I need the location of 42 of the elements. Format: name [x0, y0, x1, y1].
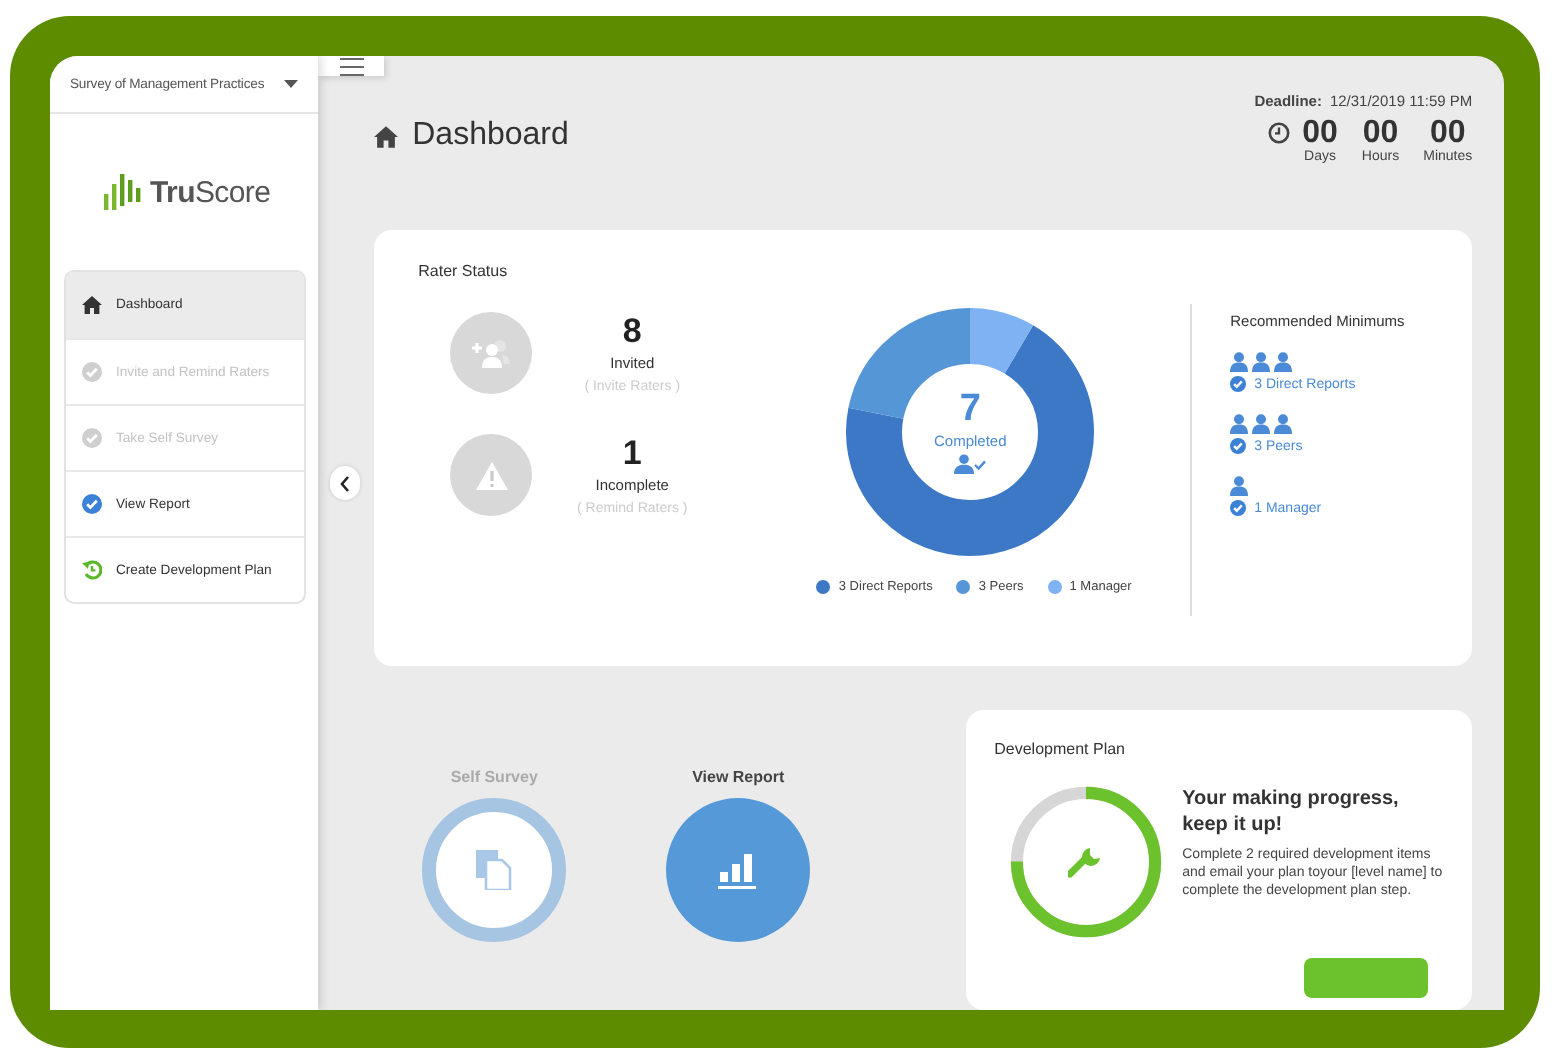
add-people-icon	[450, 312, 533, 394]
page-title: Dashboard	[412, 118, 569, 154]
person-check-icon	[954, 454, 987, 474]
home-icon	[82, 296, 102, 314]
check-circle-icon	[1230, 438, 1247, 454]
chevron-left-icon	[340, 475, 350, 491]
completed-count: 7	[959, 390, 981, 430]
home-icon	[374, 125, 399, 147]
countdown-value: 00	[1362, 116, 1399, 150]
check-circle-icon	[1230, 500, 1247, 516]
stat-count: 1	[622, 434, 642, 472]
collapse-button[interactable]	[330, 466, 360, 500]
person-icon	[1230, 352, 1249, 372]
check-circle-icon	[82, 494, 102, 514]
caret-icon	[284, 80, 299, 88]
countdown-value: 00	[1302, 116, 1338, 150]
card-title: Development Plan	[994, 740, 1127, 758]
countdown-value: 00	[1429, 116, 1466, 150]
stat-count: 8	[622, 312, 642, 350]
clock-icon	[1268, 122, 1291, 144]
person-icon	[1252, 414, 1271, 434]
person-icon	[1274, 352, 1293, 372]
warning-icon	[450, 434, 533, 516]
check-circle-icon	[82, 428, 102, 448]
step-title: Self Survey	[450, 768, 538, 786]
menu-button[interactable]	[318, 56, 385, 76]
person-icon	[1230, 414, 1249, 434]
person-icon	[1274, 414, 1293, 434]
step-title: View Report	[692, 768, 785, 786]
documents-icon	[476, 850, 513, 890]
person-icon	[1230, 476, 1249, 496]
card-title: Rater Status	[418, 262, 510, 280]
circular-arrow-icon	[82, 560, 102, 580]
bar-chart-icon	[718, 850, 759, 890]
logo-text: TruScore	[150, 176, 271, 210]
person-icon	[1252, 352, 1271, 372]
wrench-icon	[1068, 844, 1105, 880]
check-circle-icon	[1230, 376, 1247, 392]
menu-icon	[339, 57, 364, 75]
plan-heading: Your making progress, keep it up!	[1182, 786, 1401, 838]
logo-bars-icon	[104, 170, 144, 210]
check-circle-icon	[82, 362, 102, 382]
